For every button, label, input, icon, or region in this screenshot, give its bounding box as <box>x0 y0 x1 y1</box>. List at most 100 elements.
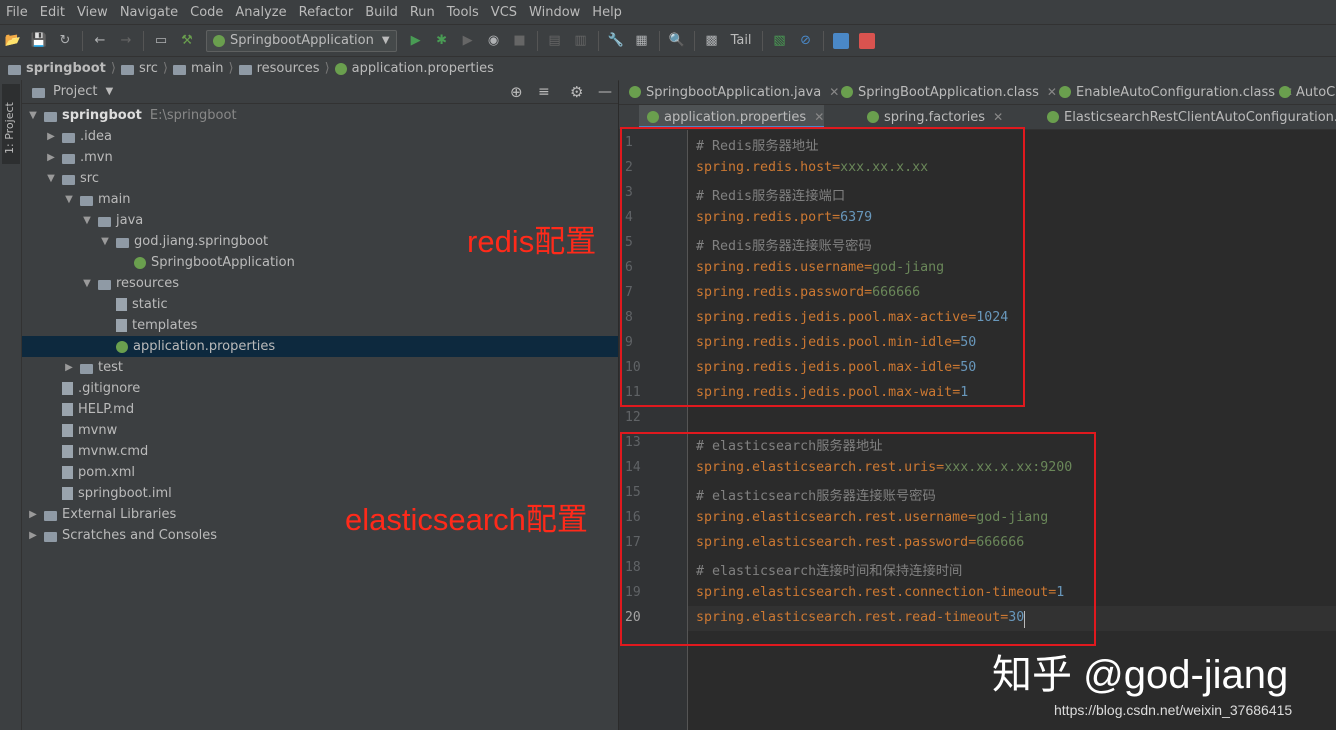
tree-item[interactable]: ▶ .mvn <box>22 147 618 168</box>
menu-item-tools[interactable]: Tools <box>441 5 485 20</box>
tree-item-label: src <box>80 171 99 186</box>
menu-item-analyze[interactable]: Analyze <box>229 5 292 20</box>
menu-item-build[interactable]: Build <box>359 5 404 20</box>
gear-icon[interactable]: ⚙ <box>570 83 583 101</box>
menu-item-refactor[interactable]: Refactor <box>293 5 360 20</box>
back-icon[interactable]: ← <box>89 30 111 52</box>
settings-wrench-icon[interactable]: 🔧 <box>605 30 627 52</box>
tree-item[interactable]: application.properties <box>22 336 618 357</box>
run-icon[interactable]: ▶ <box>405 30 427 52</box>
expand-down-icon[interactable]: ▼ <box>80 215 94 226</box>
editor-tab[interactable]: SpringbootApplication.java ✕ <box>621 80 839 104</box>
project-structure-icon[interactable]: ▦ <box>631 30 653 52</box>
run-coverage-icon[interactable]: ▶ <box>457 30 479 52</box>
expand-right-icon[interactable]: ▶ <box>62 362 76 373</box>
expand-down-icon[interactable]: ▼ <box>62 194 76 205</box>
tree-item[interactable]: static <box>22 294 618 315</box>
debug-icon[interactable]: ✱ <box>431 30 453 52</box>
build-hammer-icon[interactable]: ⚒ <box>176 30 198 52</box>
profile-icon[interactable]: ◉ <box>483 30 505 52</box>
tree-item[interactable]: ▼ springboot E:\springboot <box>22 105 618 126</box>
tree-item[interactable]: pom.xml <box>22 462 618 483</box>
terminal-icon[interactable]: ▩ <box>701 30 723 52</box>
stop-icon[interactable]: ■ <box>509 30 531 52</box>
tree-item[interactable]: ▼ resources <box>22 273 618 294</box>
breadcrumb-item-main[interactable]: main ⟩ <box>173 61 239 76</box>
minimize-icon[interactable]: — <box>598 84 612 100</box>
close-icon[interactable]: ✕ <box>814 110 824 124</box>
block-icon[interactable]: ⊘ <box>795 30 817 52</box>
menu-item-code[interactable]: Code <box>184 5 229 20</box>
menu-item-vcs[interactable]: VCS <box>485 5 523 20</box>
tree-item[interactable]: mvnw <box>22 420 618 441</box>
tree-item[interactable]: mvnw.cmd <box>22 441 618 462</box>
close-icon[interactable]: ✕ <box>993 110 1003 124</box>
open-folder-icon[interactable]: 📂 <box>2 30 24 52</box>
editor-tab[interactable]: ElasticsearchRestClientAutoConfiguration… <box>1039 105 1336 129</box>
search-icon[interactable]: 🔍 <box>666 30 688 52</box>
save-all-icon[interactable]: 💾 <box>28 30 50 52</box>
editor-tab-label: spring.factories <box>884 109 986 125</box>
translate-icon[interactable] <box>830 30 852 52</box>
editor-tab-label: ElasticsearchRestClientAutoConfiguration… <box>1064 109 1336 125</box>
project-panel-header: Project ▼ ⊕ ≡ ⚙ — <box>22 80 618 104</box>
tree-item[interactable]: ▶ test <box>22 357 618 378</box>
expand-right-icon[interactable]: ▶ <box>44 152 58 163</box>
tree-item[interactable]: HELP.md <box>22 399 618 420</box>
tree-item-label: static <box>132 297 168 312</box>
locate-icon[interactable]: ⊕ <box>510 83 523 101</box>
forward-icon[interactable]: → <box>115 30 137 52</box>
tree-item[interactable]: ▼ main <box>22 189 618 210</box>
file-type-icon <box>1047 111 1059 123</box>
breadcrumb-item-resources[interactable]: resources ⟩ <box>238 61 335 76</box>
chevron-down-icon[interactable]: ▼ <box>105 86 113 97</box>
collapse-all-icon[interactable]: ≡ <box>538 84 550 100</box>
vcs-commit-icon[interactable]: ▥ <box>570 30 592 52</box>
breadcrumb-item-src[interactable]: src ⟩ <box>120 61 173 76</box>
menu-item-run[interactable]: Run <box>404 5 441 20</box>
menu-item-edit[interactable]: Edit <box>34 5 71 20</box>
tail-button[interactable]: Tail <box>731 33 752 48</box>
expand-down-icon[interactable]: ▼ <box>98 236 112 247</box>
expand-down-icon[interactable]: ▼ <box>80 278 94 289</box>
tree-item-label: .idea <box>80 129 112 144</box>
elasticsearch-config-highlight-box <box>620 432 1096 646</box>
tree-item[interactable]: ▼ src <box>22 168 618 189</box>
file-icon <box>62 487 73 500</box>
monitor-icon[interactable]: ▧ <box>769 30 791 52</box>
editor-tab[interactable]: EnableAutoConfiguration.class✕ <box>1051 80 1293 104</box>
expand-right-icon[interactable]: ▶ <box>26 530 40 541</box>
expand-right-icon[interactable]: ▶ <box>26 509 40 520</box>
folder-icon <box>44 510 57 521</box>
expand-down-icon[interactable]: ▼ <box>26 110 40 121</box>
editor-tab[interactable]: application.properties ✕ <box>639 105 825 129</box>
run-window-icon[interactable]: ▭ <box>150 30 172 52</box>
menu-item-view[interactable]: View <box>71 5 114 20</box>
menu-item-window[interactable]: Window <box>523 5 586 20</box>
editor-tab[interactable]: SpringBootApplication.class ✕ <box>833 80 1057 104</box>
tree-item[interactable]: .gitignore <box>22 378 618 399</box>
chevron-down-icon: ▼ <box>381 35 390 46</box>
menu-item-help[interactable]: Help <box>586 5 628 20</box>
sync-icon[interactable]: ↻ <box>54 30 76 52</box>
project-tree: ▼ springboot E:\springboot ▶ .idea ▶ .mvn ▼ src ▼… <box>22 104 618 730</box>
csdn-watermark: https://blog.csdn.net/weixin_37686415 <box>1054 702 1293 718</box>
expand-right-icon[interactable]: ▶ <box>44 131 58 142</box>
menu-item-navigate[interactable]: Navigate <box>114 5 184 20</box>
editor-tab[interactable]: spring.factories ✕ <box>859 105 1003 129</box>
menu-item-file[interactable]: File <box>0 5 34 20</box>
vcs-update-icon[interactable]: ▤ <box>544 30 566 52</box>
breadcrumb-item-springboot[interactable]: springboot ⟩ <box>8 61 121 76</box>
file-icon <box>62 466 73 479</box>
expand-down-icon[interactable]: ▼ <box>44 173 58 184</box>
tree-item[interactable]: templates <box>22 315 618 336</box>
tree-item[interactable]: ▶ .idea <box>22 126 618 147</box>
project-view-select[interactable]: Project <box>53 84 97 99</box>
google-translate-icon[interactable] <box>856 30 878 52</box>
run-configuration-select[interactable]: SpringbootApplication ▼ <box>206 29 397 52</box>
project-tool-tab[interactable]: 1: Project <box>2 84 20 164</box>
tree-item-label: HELP.md <box>78 402 135 417</box>
editor-tab[interactable]: AutoC <box>1271 80 1335 104</box>
breadcrumb-item-file[interactable]: application.properties <box>334 61 494 76</box>
file-type-icon <box>1059 86 1071 98</box>
